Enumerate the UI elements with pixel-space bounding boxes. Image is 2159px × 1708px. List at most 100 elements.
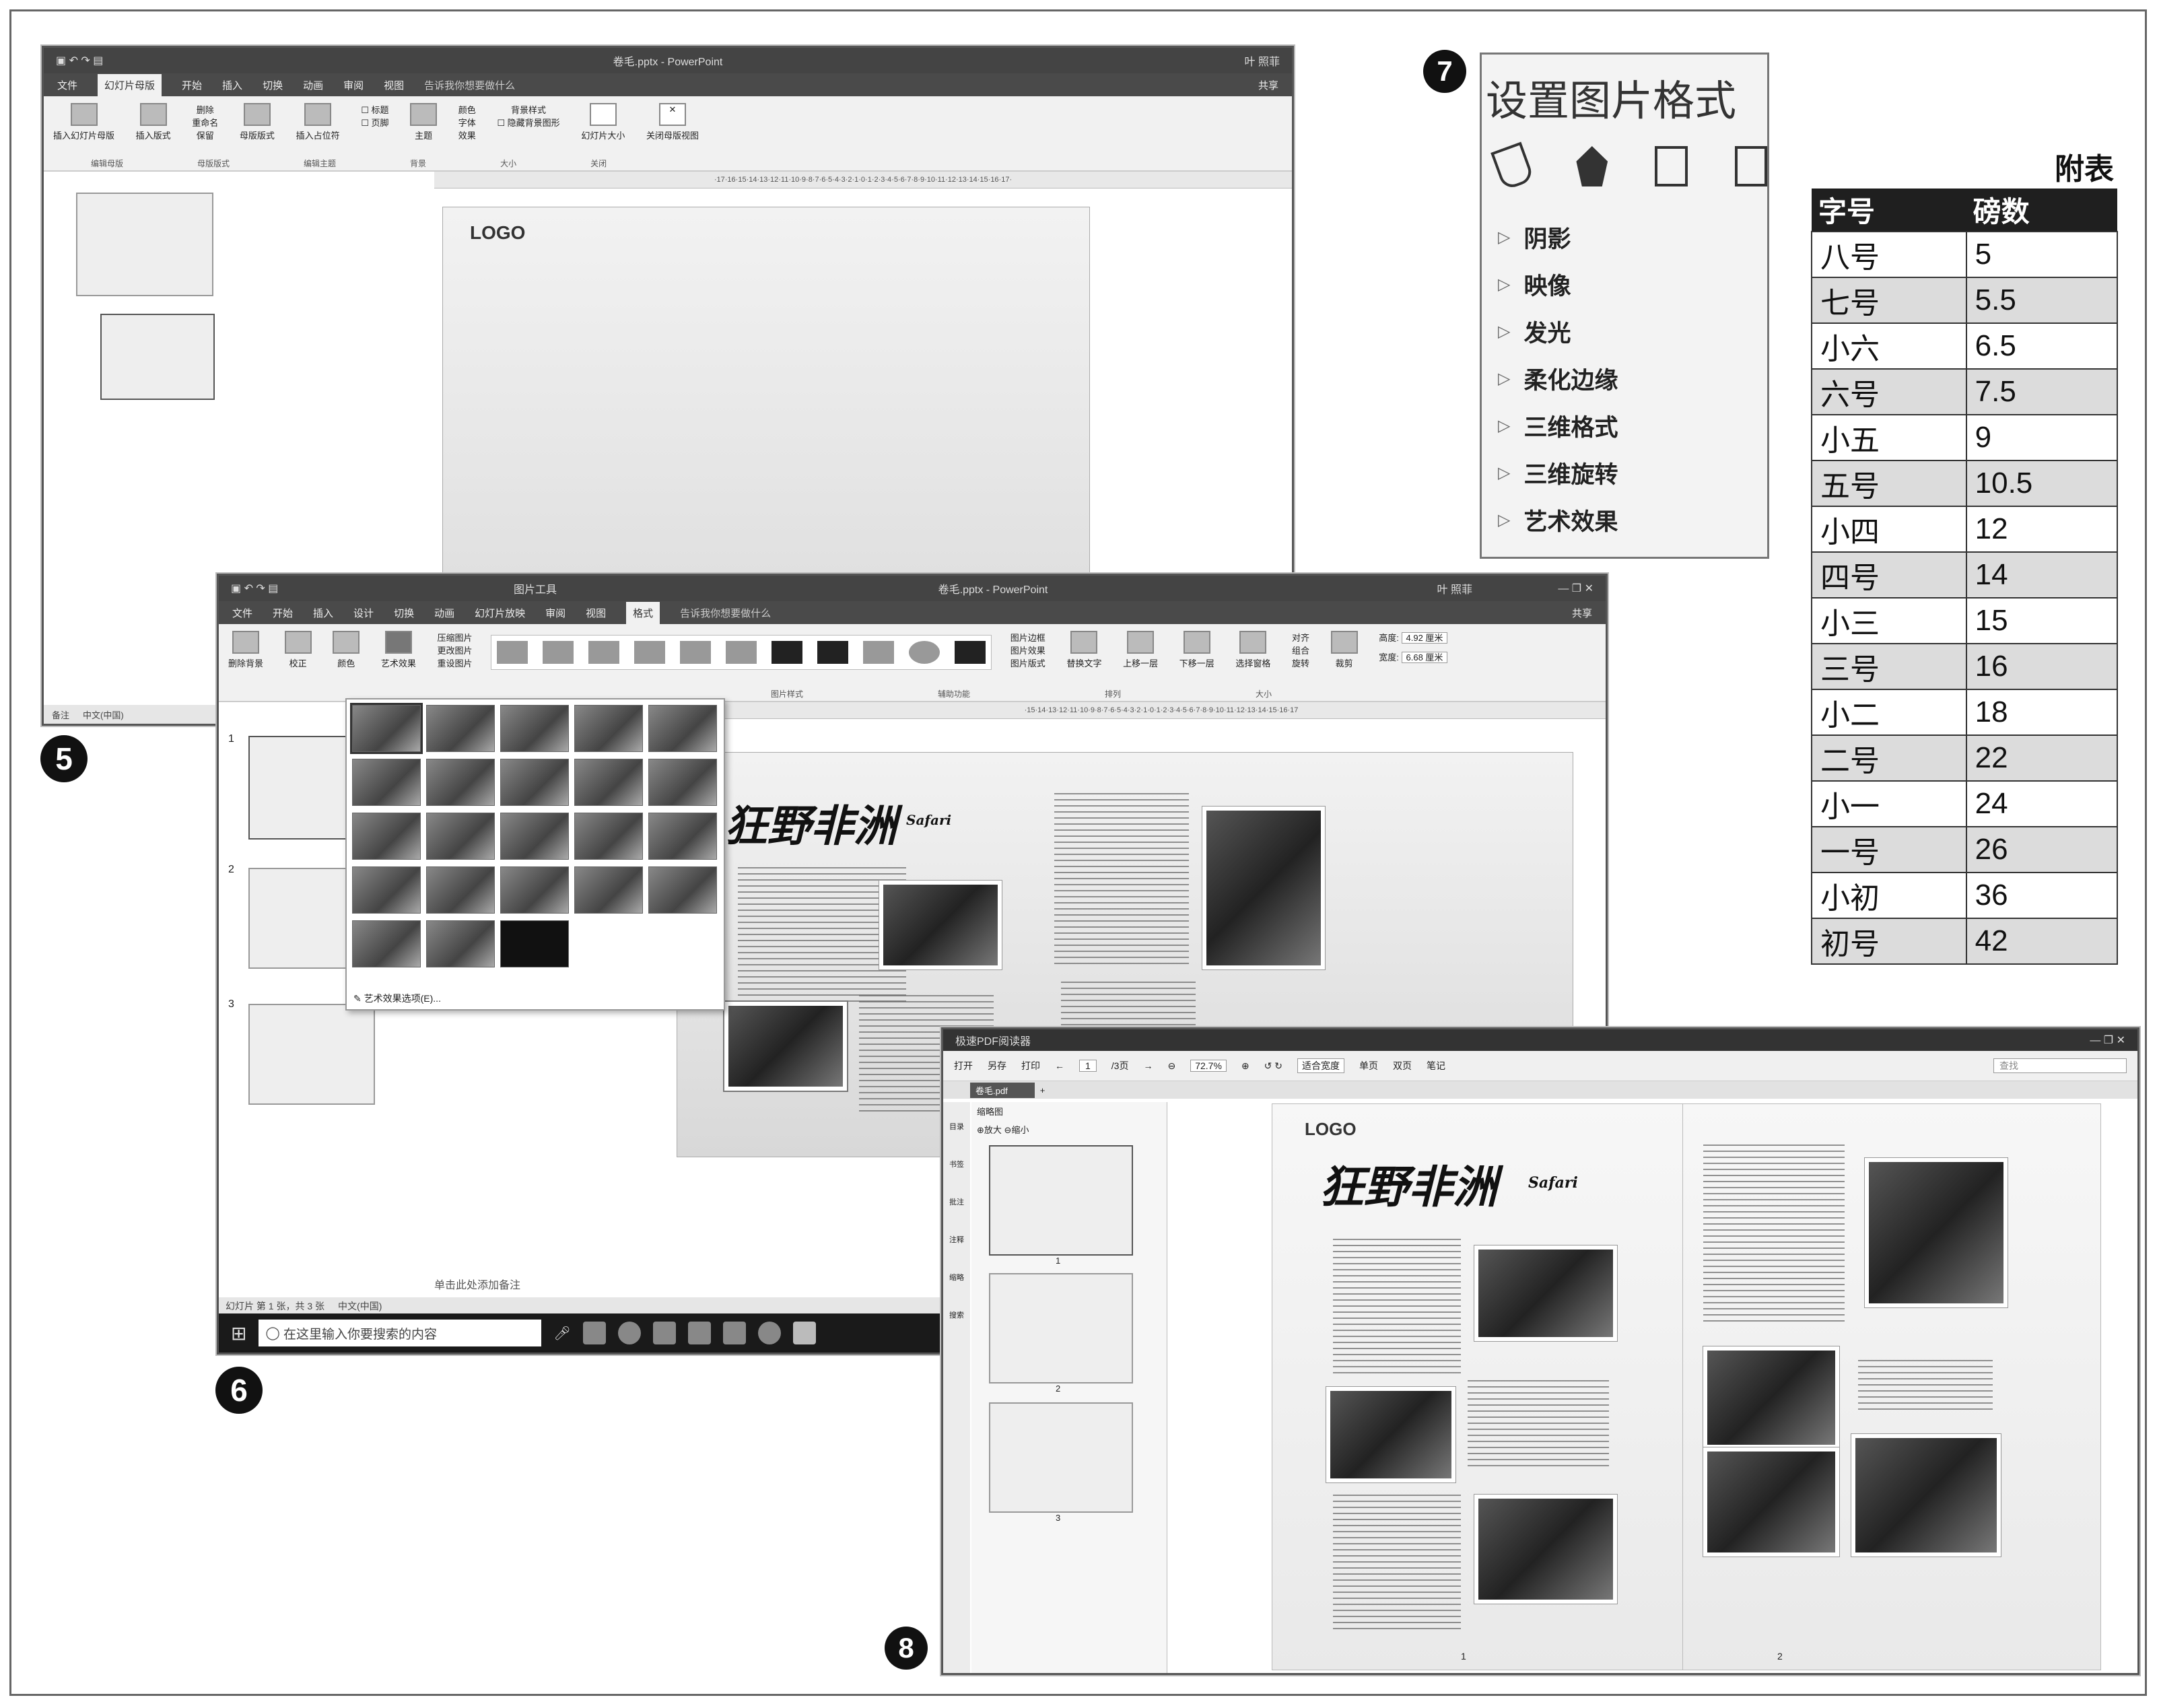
quick-access-icons[interactable]: ▣ ↶ ↷ ▤ — [56, 54, 204, 67]
zoom-level[interactable]: 72.7% — [1190, 1060, 1227, 1072]
artistic-effect-thumbnail[interactable] — [648, 813, 717, 860]
insert-placeholder-button[interactable]: 插入占位符 — [296, 103, 340, 141]
artistic-effect-thumbnail[interactable] — [648, 866, 717, 914]
quick-access-icons[interactable]: ▣ ↶ ↷ ▤ — [231, 582, 514, 595]
change-picture-item[interactable]: 更改图片 — [438, 644, 473, 656]
artistic-effect-thumbnail[interactable] — [426, 813, 495, 860]
zoom-in-icon[interactable]: ⊕ — [1241, 1060, 1249, 1072]
share-button[interactable]: 共享 — [1572, 606, 1592, 620]
artistic-effect-thumbnail[interactable] — [500, 759, 569, 806]
zoom-out-button[interactable]: 缩小 — [1011, 1125, 1029, 1135]
tab-design[interactable]: 设计 — [353, 606, 374, 620]
lion-photo[interactable] — [879, 881, 1002, 969]
alt-text-button[interactable]: 替换文字 — [1066, 631, 1101, 669]
word-icon[interactable] — [687, 1322, 711, 1344]
zoom-icon[interactable]: ⊖ — [1167, 1060, 1175, 1072]
slide-size-button[interactable]: 幻灯片大小 — [581, 103, 625, 141]
picture-icon[interactable] — [1734, 146, 1767, 186]
notes-pane[interactable]: 单击此处添加备注 — [434, 1276, 520, 1292]
bookmark-icon[interactable]: 书签 — [943, 1159, 970, 1169]
tab-home[interactable]: 开始 — [273, 606, 293, 620]
compress-pictures-item[interactable]: 压缩图片 — [438, 631, 473, 644]
artistic-effect-thumbnail[interactable] — [574, 813, 643, 860]
file-explorer-icon[interactable] — [652, 1322, 676, 1344]
themes-button[interactable]: 主题 — [410, 103, 438, 141]
microphone-icon[interactable]: 🎤︎ — [553, 1325, 570, 1342]
hands-photo[interactable] — [1865, 1158, 2008, 1307]
hands-photo[interactable] — [1202, 807, 1325, 969]
crop-button[interactable]: 裁剪 — [1330, 631, 1358, 669]
send-backward-button[interactable]: 下移一层 — [1179, 631, 1214, 669]
picture-layout-item[interactable]: 图片版式 — [1010, 656, 1046, 669]
master-thumbnail[interactable] — [76, 193, 213, 296]
search-input[interactable]: 查找 — [1993, 1058, 2127, 1073]
tab-file[interactable]: 文件 — [57, 78, 77, 92]
selection-pane-button[interactable]: 选择窗格 — [1235, 631, 1270, 669]
tab-review[interactable]: 审阅 — [343, 78, 364, 92]
user-name[interactable]: 叶 照菲 — [1338, 580, 1472, 596]
taskbar-search-box[interactable]: ◯ 在这里输入你要搜索的内容 — [259, 1320, 542, 1346]
artistic-effect-thumbnail[interactable] — [500, 866, 569, 914]
save-as-button[interactable]: 另存 — [988, 1059, 1006, 1072]
zoom-in-button[interactable]: 放大 — [984, 1125, 1002, 1135]
search-icon[interactable]: 搜索 — [943, 1309, 970, 1320]
user-name[interactable]: 叶 照菲 — [1132, 53, 1280, 69]
single-page-button[interactable]: 单页 — [1359, 1059, 1378, 1072]
picture-effects-item[interactable]: 图片效果 — [1010, 644, 1046, 656]
village-photo[interactable] — [1474, 1495, 1617, 1604]
toc-icon[interactable]: 目录 — [943, 1121, 970, 1132]
artistic-effect-thumbnail[interactable] — [426, 866, 495, 914]
artistic-effect-thumbnail[interactable] — [426, 920, 495, 967]
tell-me-search[interactable]: 告诉我你想要做什么 — [680, 606, 771, 620]
size-layout-icon[interactable] — [1655, 146, 1688, 186]
soft-edges-option[interactable]: ▷ 柔化边缘 — [1498, 355, 1767, 402]
artistic-effect-thumbnail[interactable] — [574, 705, 643, 752]
artistic-effect-thumbnail[interactable] — [352, 866, 421, 914]
window-controls[interactable]: — ❐ ✕ — [2090, 1033, 2125, 1047]
tab-review[interactable]: 审阅 — [545, 606, 566, 620]
prev-page-icon[interactable]: ← — [1055, 1060, 1064, 1071]
fit-width-select[interactable]: 适合宽度 — [1297, 1058, 1345, 1073]
pdf-thumbnail-1[interactable] — [989, 1145, 1133, 1256]
browser-icon[interactable] — [617, 1322, 641, 1344]
tab-slideshow[interactable]: 幻灯片放映 — [475, 606, 525, 620]
align-group-rotate[interactable]: 对齐 组合 旋转 — [1292, 631, 1309, 669]
artistic-effect-thumbnail[interactable] — [648, 759, 717, 806]
background-styles[interactable]: 背景样式 ☐ 隐藏背景图形 — [497, 103, 559, 129]
window-controls[interactable]: — ❐ ✕ — [1472, 582, 1593, 595]
close-master-view-button[interactable]: ✕ 关闭母版视图 — [646, 103, 699, 141]
tab-format[interactable]: 格式 — [626, 601, 660, 624]
artistic-effect-thumbnail[interactable] — [574, 759, 643, 806]
powerpoint-icon[interactable] — [792, 1322, 816, 1344]
fill-bucket-icon[interactable] — [1490, 141, 1536, 191]
comment-icon[interactable]: 注释 — [943, 1234, 970, 1245]
open-button[interactable]: 打开 — [954, 1059, 973, 1072]
pdf-thumbnail-2[interactable] — [989, 1273, 1133, 1384]
start-icon[interactable]: ⊞ — [231, 1322, 246, 1344]
artistic-effect-thumbnail[interactable] — [426, 705, 495, 752]
share-button[interactable]: 共享 — [1258, 78, 1278, 92]
tab-home[interactable]: 开始 — [182, 78, 202, 92]
pdf-page-2[interactable]: 2 — [1682, 1103, 2101, 1670]
insert-layout-button[interactable]: 插入版式 — [136, 103, 171, 141]
artistic-effect-thumbnail[interactable] — [352, 759, 421, 806]
tab-animations[interactable]: 动画 — [434, 606, 454, 620]
task-view-icon[interactable] — [582, 1322, 606, 1344]
shadow-option[interactable]: ▷ 阴影 — [1498, 213, 1767, 261]
doc-tab[interactable]: 卷毛.pdf — [970, 1082, 1035, 1098]
reset-picture-item[interactable]: 重设图片 — [438, 656, 473, 669]
colors-fonts-effects[interactable]: 颜色 字体 效果 — [458, 103, 476, 141]
artistic-effect-thumbnail[interactable] — [500, 813, 569, 860]
artistic-effect-thumbnail[interactable] — [352, 813, 421, 860]
picture-border-item[interactable]: 图片边框 — [1010, 631, 1046, 644]
artistic-effect-thumbnail[interactable] — [500, 920, 569, 967]
artistic-effect-thumbnail[interactable] — [574, 866, 643, 914]
chrome-icon[interactable] — [757, 1322, 781, 1344]
picture-options[interactable]: 图片边框 图片效果 图片版式 — [1010, 631, 1046, 669]
artistic-effects-option[interactable]: ▷ 艺术效果 — [1498, 496, 1767, 543]
annotation-icon[interactable]: 批注 — [943, 1196, 970, 1207]
width-input[interactable]: 6.68 厘米 — [1401, 652, 1448, 663]
remove-background-button[interactable]: 删除背景 — [228, 631, 263, 669]
print-button[interactable]: 打印 — [1021, 1059, 1040, 1072]
tab-transitions[interactable]: 切换 — [263, 78, 283, 92]
